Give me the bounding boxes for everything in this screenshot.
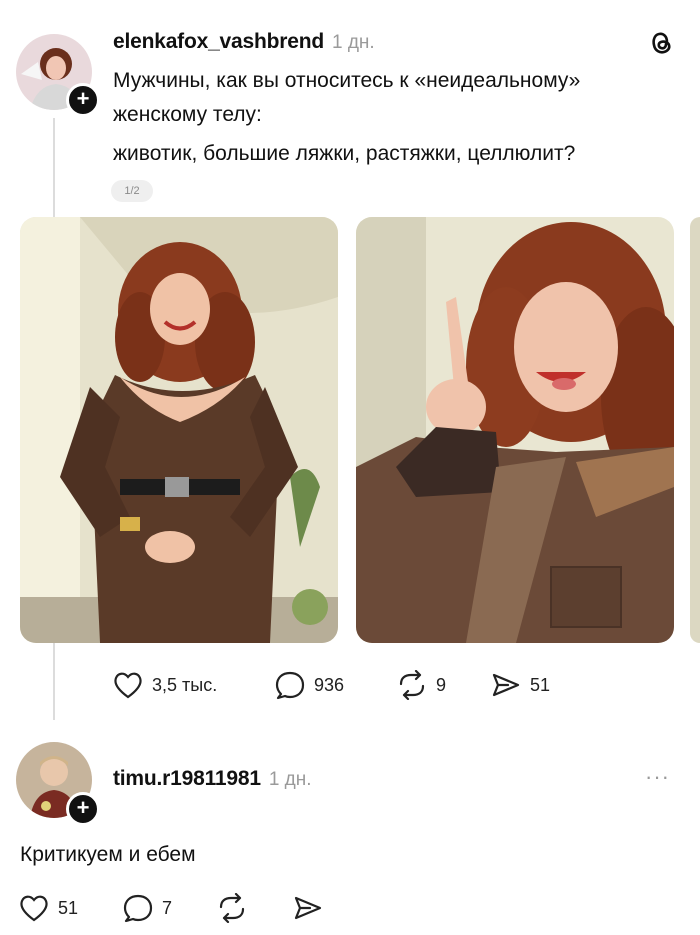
send-icon: [294, 896, 322, 920]
repost-icon: [399, 670, 425, 700]
comment-button[interactable]: 936: [274, 670, 344, 700]
heart-icon: [20, 895, 48, 922]
post-time: 1 дн.: [331, 32, 375, 53]
more-options-icon[interactable]: ···: [645, 764, 670, 790]
reply-text: Критикуем и ебем: [20, 843, 196, 866]
follow-plus-icon[interactable]: +: [66, 83, 100, 117]
share-count: 51: [530, 674, 551, 695]
comment-icon: [275, 671, 305, 700]
post-photo-2[interactable]: [356, 217, 674, 643]
post-text-line: женскому телу:: [113, 103, 262, 126]
author-username[interactable]: elenkafox_vashbrend: [113, 30, 324, 54]
reply-time: 1 дн.: [268, 769, 312, 790]
comment-icon: [123, 894, 153, 923]
post-text-line: Мужчины, как вы относитесь к «неидеально…: [113, 69, 581, 92]
reply-like-count: 51: [58, 897, 79, 918]
page-indicator: 1/2: [111, 180, 153, 202]
heart-icon: [114, 672, 142, 699]
post-text-line: животик, большие ляжки, растяжки, целлюл…: [113, 142, 576, 165]
post-photo-3-peek[interactable]: [690, 217, 700, 643]
repost-icon: [219, 893, 245, 923]
reply-comment-count: 7: [162, 897, 173, 918]
share-button[interactable]: 51: [490, 670, 550, 700]
reply-comment-button[interactable]: 7: [122, 893, 172, 923]
repost-button[interactable]: 9: [396, 670, 446, 700]
repost-count: 9: [436, 674, 447, 695]
like-count: 3,5 тыс.: [152, 674, 218, 695]
like-button[interactable]: 3,5 тыс.: [112, 670, 217, 700]
reply-username[interactable]: timu.r19811981: [113, 767, 261, 791]
comment-count: 936: [314, 674, 345, 695]
post-photo-1[interactable]: [20, 217, 338, 643]
send-icon: [492, 673, 520, 697]
threads-icon[interactable]: [648, 29, 676, 62]
reply-like-button[interactable]: 51: [18, 893, 78, 923]
reply-repost-button[interactable]: [216, 893, 248, 923]
follow-plus-icon[interactable]: +: [66, 792, 100, 826]
reply-share-button[interactable]: [292, 893, 324, 923]
